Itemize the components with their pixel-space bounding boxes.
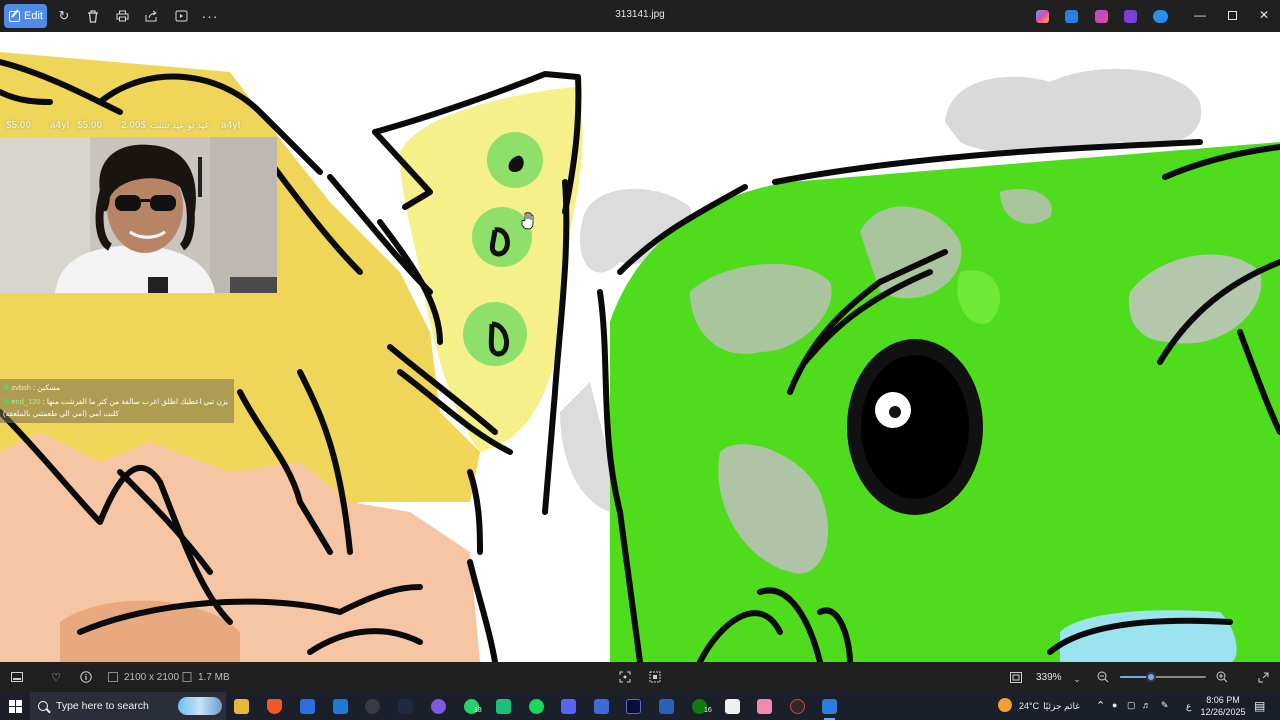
edit-label: Edit xyxy=(24,10,43,22)
file-explorer-icon[interactable] xyxy=(234,699,249,714)
chat-line: ✖ zvbsh : مسكين xyxy=(3,383,61,392)
chat-line: كلبت امي (امي الي طعمتني بالملعقة) xyxy=(3,409,231,419)
donation-5: عيد تو عيد ننننت xyxy=(150,120,210,130)
stream-chat: ✖ zvbsh : مسكين ✖ end_120 : يزن تبي اعطي… xyxy=(0,379,234,423)
search-placeholder: Type here to search xyxy=(56,700,149,712)
weather-icon[interactable] xyxy=(998,698,1012,712)
xbox-badge: 16 xyxy=(704,707,712,714)
donation-1: $5.00 xyxy=(6,120,32,131)
zoom-level-dropdown[interactable]: 339% xyxy=(1036,669,1088,685)
close-button[interactable]: ✕ xyxy=(1256,7,1272,23)
chat-message: كلبت امي (امي الي طعمتني بالملعقة) xyxy=(3,409,120,418)
donation-4: 2.00$ xyxy=(121,120,147,131)
rotate-icon[interactable]: ↻ xyxy=(56,8,72,24)
taskbar-search[interactable]: Type here to search xyxy=(30,692,226,720)
chat-message: يزن تبي اعطيك اطلق اغرب سالفة من كثر ما … xyxy=(46,397,228,406)
chat-message: مسكين xyxy=(37,383,61,392)
dimensions-icon xyxy=(106,670,120,684)
share-icon[interactable] xyxy=(143,8,159,24)
clock-time[interactable]: 8:06 PM xyxy=(1200,695,1246,705)
zoom-slider[interactable] xyxy=(1120,672,1206,682)
clipchamp-icon[interactable] xyxy=(1095,10,1108,23)
maximize-button[interactable] xyxy=(1224,7,1240,23)
donation-2: a4yl xyxy=(50,120,70,131)
mod-badge-icon: ✖ xyxy=(3,397,10,406)
info-icon[interactable] xyxy=(79,670,93,684)
donation-3: $5.00 xyxy=(77,120,103,131)
photos-icon[interactable] xyxy=(822,699,837,720)
mod-badge-icon: ✖ xyxy=(3,383,10,392)
microsoft-store-icon[interactable] xyxy=(300,699,315,714)
language-indicator[interactable]: ع xyxy=(1186,701,1191,712)
zoom-in-icon[interactable] xyxy=(1215,670,1229,684)
app-circle-icon[interactable] xyxy=(365,699,380,714)
volume-icon[interactable]: ♬ xyxy=(1142,700,1151,710)
zoom-slider-thumb[interactable] xyxy=(1145,672,1156,682)
print-icon[interactable] xyxy=(114,8,130,24)
title-bar: Edit ↻ ··· 313141.jpg — ✕ xyxy=(0,0,1280,32)
hand-cursor-icon xyxy=(521,212,534,230)
discord-icon[interactable] xyxy=(561,699,576,714)
more-icon[interactable]: ··· xyxy=(202,8,218,24)
zoom-out-icon[interactable] xyxy=(1096,670,1110,684)
whatsapp-badge: 18 xyxy=(474,707,482,714)
actual-size-icon[interactable] xyxy=(1009,670,1023,684)
fullscreen-icon[interactable] xyxy=(1256,670,1270,684)
app-green-icon[interactable] xyxy=(496,699,511,714)
status-bar: ♡ 2100 x 2100 1.7 MB ⌄ xyxy=(0,662,1280,692)
clock-date[interactable]: 12/26/2025 xyxy=(1198,707,1248,717)
steam-icon[interactable] xyxy=(398,699,413,714)
file-size-icon xyxy=(180,670,194,684)
file-size: 1.7 MB xyxy=(198,672,230,683)
favorite-icon[interactable]: ♡ xyxy=(49,670,63,684)
photos-editor-icon[interactable] xyxy=(1124,10,1137,23)
taskbar: Type here to search 18 16 24°C غائم جزئي… xyxy=(0,692,1280,720)
search-highlight-icon xyxy=(178,697,222,715)
edit-icon xyxy=(9,10,20,22)
word-icon[interactable] xyxy=(659,699,674,714)
copilot-icon[interactable] xyxy=(1036,10,1049,23)
search-icon xyxy=(38,701,48,711)
edit-button[interactable]: Edit xyxy=(4,4,47,28)
window-title: 313141.jpg xyxy=(615,9,665,20)
terminal-icon[interactable] xyxy=(626,699,641,714)
onedrive-icon[interactable] xyxy=(1153,10,1168,23)
vpn-icon[interactable] xyxy=(594,699,609,714)
image-dimensions: 2100 x 2100 xyxy=(124,672,180,683)
start-button[interactable] xyxy=(9,700,22,713)
brave-browser-icon[interactable] xyxy=(267,699,282,714)
chat-line: ✖ end_120 : يزن تبي اعطيك اطلق اغرب سالف… xyxy=(3,397,228,406)
crop-select-icon[interactable] xyxy=(648,670,662,684)
delete-icon[interactable] xyxy=(85,8,101,24)
notification-icon[interactable]: ▤ xyxy=(1254,699,1265,713)
app-pink-icon[interactable] xyxy=(757,699,772,714)
donation-6: a4yl xyxy=(221,120,241,131)
chat-username: zvbsh xyxy=(11,383,31,392)
chat-username: end_120 xyxy=(11,397,41,406)
network-icon[interactable]: ▢ xyxy=(1127,700,1136,711)
filmstrip-icon[interactable] xyxy=(10,670,24,684)
streamer-webcam xyxy=(0,137,277,293)
fit-to-window-icon[interactable] xyxy=(618,670,632,684)
weather-temp: 24°C xyxy=(1019,701,1040,711)
zoom-level: 339% xyxy=(1036,671,1062,683)
slideshow-icon[interactable] xyxy=(173,8,189,24)
microphone-icon[interactable]: ● xyxy=(1112,700,1117,710)
designer-icon[interactable] xyxy=(1065,10,1078,23)
chrome-icon[interactable] xyxy=(431,699,446,714)
spotify-icon[interactable] xyxy=(529,699,544,714)
tray-chevron-icon[interactable]: ⌃ xyxy=(1096,699,1105,712)
notepad-icon[interactable] xyxy=(725,699,740,714)
minimize-button[interactable]: — xyxy=(1192,7,1208,23)
outlook-icon[interactable] xyxy=(333,699,348,714)
obs-icon[interactable] xyxy=(790,699,805,714)
pen-icon[interactable]: ✎ xyxy=(1161,700,1169,711)
weather-description: غائم جزئيًا xyxy=(1043,701,1080,711)
